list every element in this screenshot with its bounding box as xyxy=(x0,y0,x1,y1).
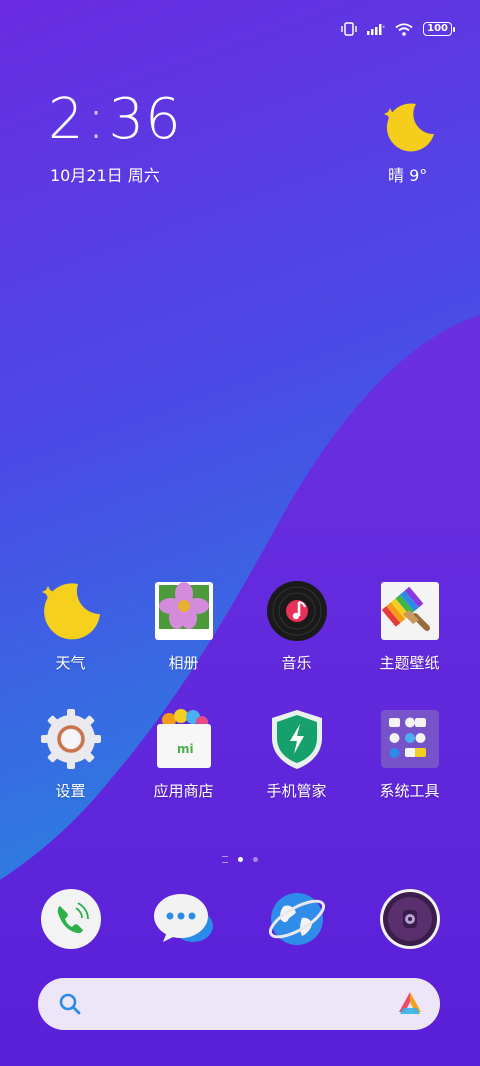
battery-level: 100 xyxy=(427,23,448,34)
status-bar: x 100 xyxy=(341,22,455,36)
app-messages[interactable] xyxy=(127,888,240,950)
app-label: 相册 xyxy=(168,654,199,672)
page-dot[interactable] xyxy=(253,857,258,862)
app-security[interactable]: 手机管家 xyxy=(240,708,353,801)
app-browser[interactable] xyxy=(240,888,353,950)
app-label: 天气 xyxy=(55,654,86,672)
assistant-logo-icon[interactable] xyxy=(396,990,424,1020)
app-gallery[interactable]: 相册 xyxy=(127,580,240,673)
globe-icon xyxy=(266,888,328,950)
app-tools[interactable]: 系统工具 xyxy=(353,708,466,801)
chat-bubble-icon xyxy=(153,888,215,950)
shield-bolt-icon xyxy=(266,708,328,770)
clock-hour: 2 xyxy=(48,87,85,152)
dock xyxy=(0,888,480,950)
signal-icon: x xyxy=(367,23,385,35)
moon-icon[interactable] xyxy=(380,96,440,156)
app-camera[interactable] xyxy=(353,888,466,950)
menu-lines-icon[interactable] xyxy=(222,856,228,863)
phone-icon xyxy=(40,888,102,950)
app-music[interactable]: 音乐 xyxy=(240,580,353,673)
camera-icon xyxy=(379,888,441,950)
gear-icon xyxy=(40,708,102,770)
store-bag-icon: mi xyxy=(153,708,215,770)
page-indicator[interactable] xyxy=(0,856,480,863)
app-label: 系统工具 xyxy=(379,782,440,800)
battery-icon: 100 xyxy=(423,22,455,36)
search-bar[interactable] xyxy=(38,978,440,1030)
app-row-1: 天气 相册 音乐 主题壁纸 xyxy=(0,580,480,673)
app-themes[interactable]: 主题壁纸 xyxy=(353,580,466,673)
app-weather[interactable]: 天气 xyxy=(14,580,127,673)
weather-text: 晴 9° xyxy=(388,166,428,185)
app-settings[interactable]: 设置 xyxy=(14,708,127,801)
app-label: 音乐 xyxy=(281,654,312,672)
search-icon[interactable] xyxy=(58,992,82,1020)
app-phone[interactable] xyxy=(14,888,127,950)
folder-icon xyxy=(379,708,441,770)
app-label: 主题壁纸 xyxy=(379,654,440,672)
flower-photo-icon xyxy=(153,580,215,642)
paint-brush-icon xyxy=(379,580,441,642)
app-label: 手机管家 xyxy=(266,782,327,800)
wifi-icon xyxy=(395,22,413,36)
vibrate-icon xyxy=(341,22,357,36)
clock-colon: : xyxy=(86,87,107,152)
svg-text:x: x xyxy=(383,24,386,29)
clock-widget[interactable]: 2:36 xyxy=(48,88,182,152)
vinyl-icon xyxy=(266,580,328,642)
page-dot-active[interactable] xyxy=(238,857,243,862)
date-label: 10月21日 周六 xyxy=(50,166,160,185)
app-label: 设置 xyxy=(55,782,86,800)
app-row-2: 设置 mi 应用商店 手机管家 系统工具 xyxy=(0,708,480,801)
app-store[interactable]: mi 应用商店 xyxy=(127,708,240,801)
app-label: 应用商店 xyxy=(153,782,214,800)
svg-text:mi: mi xyxy=(177,742,194,756)
moon-icon xyxy=(40,580,102,642)
clock-minute: 36 xyxy=(108,87,182,152)
